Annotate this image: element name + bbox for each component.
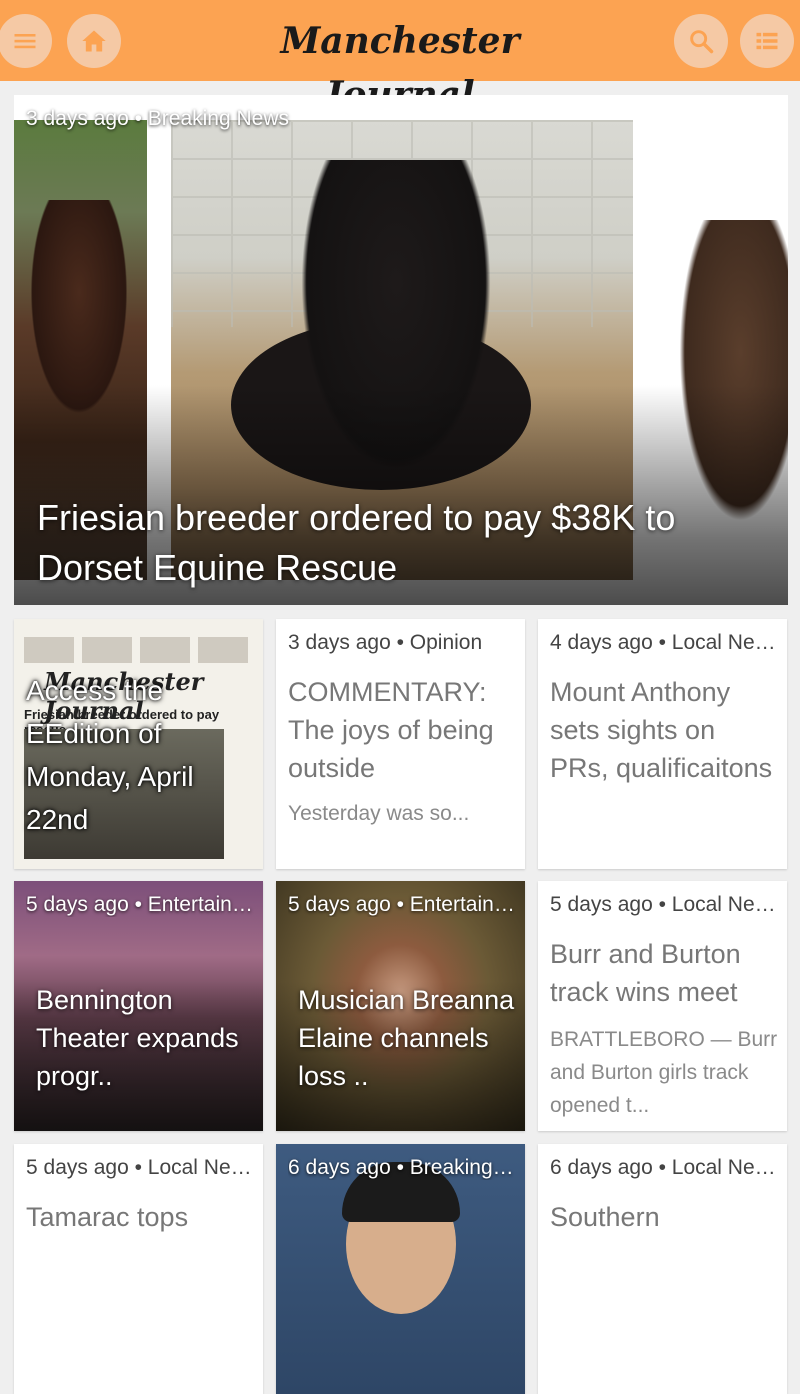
- hero-meta: 3 days ago • Breaking News: [26, 107, 289, 130]
- story-card[interactable]: 5 days ago • Local News Tamarac tops: [14, 1144, 263, 1394]
- search-button[interactable]: [674, 14, 728, 68]
- story-card[interactable]: 6 days ago • Breaking News: [276, 1144, 525, 1394]
- story-card-title[interactable]: Tamarac tops: [26, 1198, 253, 1236]
- search-icon: [690, 30, 714, 54]
- hero-headline[interactable]: Friesian breeder ordered to pay $38K to …: [37, 493, 768, 593]
- story-card[interactable]: 3 days ago • Opinion COMMENTARY: The joy…: [276, 619, 525, 869]
- story-card-meta: 5 days ago • Local News: [550, 893, 779, 916]
- story-card-title[interactable]: Burr and Burton track wins meet: [550, 935, 777, 1011]
- story-card-excerpt: Yesterday was so...: [288, 802, 470, 825]
- list-icon: [756, 32, 778, 50]
- story-card[interactable]: 4 days ago • Local News Mount Anthony se…: [538, 619, 787, 869]
- home-icon: [82, 30, 106, 52]
- story-card-meta: 3 days ago • Opinion: [288, 631, 483, 654]
- story-card[interactable]: 5 days ago • Entertainment Bennington Th…: [14, 881, 263, 1131]
- story-card-meta: 5 days ago • Entertainment: [26, 893, 255, 916]
- story-card-title[interactable]: Bennington Theater expands progr..: [36, 981, 253, 1095]
- hero-story[interactable]: 3 days ago • Breaking News Friesian bree…: [14, 95, 788, 605]
- story-card-excerpt: BRATTLEBORO — Burr and Burton girls trac…: [550, 1028, 778, 1117]
- home-button[interactable]: [67, 14, 121, 68]
- story-card-meta: 6 days ago • Local News: [550, 1156, 779, 1179]
- story-card[interactable]: 6 days ago • Local News Southern: [538, 1144, 787, 1394]
- story-card[interactable]: 5 days ago • Entertainment Musician Brea…: [276, 881, 525, 1131]
- story-card-meta: 5 days ago • Local News: [26, 1156, 255, 1179]
- story-card-title[interactable]: COMMENTARY: The joys of being outside: [288, 673, 515, 787]
- story-card-title[interactable]: Access the EEdition of Monday, April 22n…: [26, 669, 253, 841]
- story-card-title[interactable]: Musician Breanna Elaine channels loss ..: [298, 981, 515, 1095]
- story-card-title[interactable]: Mount Anthony sets sights on PRs, qualif…: [550, 673, 777, 787]
- story-card-meta: 5 days ago • Entertainment: [288, 893, 517, 916]
- sections-button[interactable]: [740, 14, 794, 68]
- story-card-meta: 4 days ago • Local News: [550, 631, 779, 654]
- top-bar: Manchester Journal: [0, 0, 800, 116]
- story-card-eedition[interactable]: Manchester Journal Friesian breeder orde…: [14, 619, 263, 869]
- story-card-meta: 6 days ago • Breaking News: [288, 1156, 517, 1179]
- story-card-title[interactable]: Southern: [550, 1198, 777, 1236]
- story-card[interactable]: 5 days ago • Local News Burr and Burton …: [538, 881, 787, 1131]
- menu-icon: [14, 34, 36, 49]
- story-card-photo: [276, 1144, 525, 1394]
- menu-button[interactable]: [0, 14, 52, 68]
